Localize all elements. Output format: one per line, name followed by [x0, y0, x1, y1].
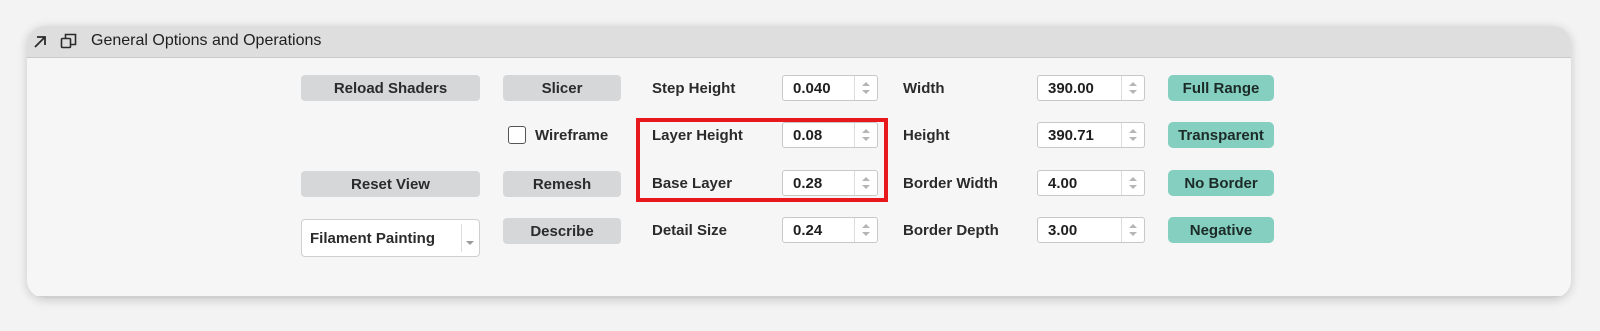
- panel-title: General Options and Operations: [91, 32, 322, 49]
- detail-size-value: 0.24: [793, 222, 823, 239]
- stepper-arrows-icon[interactable]: [854, 76, 877, 100]
- layer-height-label: Layer Height: [652, 126, 743, 144]
- border-width-value: 4.00: [1048, 175, 1078, 192]
- panel-header: General Options and Operations: [27, 26, 1571, 58]
- slicer-button[interactable]: Slicer: [503, 75, 621, 101]
- detach-window-icon[interactable]: [59, 31, 79, 51]
- transparent-button[interactable]: Transparent: [1168, 122, 1274, 148]
- reload-shaders-button[interactable]: Reload Shaders: [301, 75, 480, 101]
- mode-select[interactable]: Filament Painting: [301, 219, 480, 257]
- panel-bottom-divider: [27, 296, 1571, 298]
- step-height-field[interactable]: 0.040: [782, 75, 878, 101]
- height-value: 390.71: [1048, 127, 1094, 144]
- detail-size-field[interactable]: 0.24: [782, 217, 878, 243]
- full-range-button[interactable]: Full Range: [1168, 75, 1274, 101]
- stepper-arrows-icon[interactable]: [854, 171, 877, 195]
- collapse-arrow-icon[interactable]: [31, 31, 51, 51]
- width-field[interactable]: 390.00: [1037, 75, 1145, 101]
- base-layer-label: Base Layer: [652, 174, 733, 192]
- describe-button[interactable]: Describe: [503, 218, 621, 244]
- mode-select-value: Filament Painting: [310, 230, 436, 247]
- wireframe-checkbox[interactable]: [508, 126, 526, 144]
- width-label: Width: [903, 79, 945, 97]
- height-label: Height: [903, 126, 950, 144]
- remesh-button[interactable]: Remesh: [503, 171, 621, 197]
- layer-height-value: 0.08: [793, 127, 823, 144]
- border-depth-label: Border Depth: [903, 221, 999, 239]
- chevron-down-icon: [465, 234, 475, 252]
- width-value: 390.00: [1048, 80, 1094, 97]
- no-border-button[interactable]: No Border: [1168, 170, 1274, 196]
- border-depth-value: 3.00: [1048, 222, 1078, 239]
- mode-select-divider: [461, 224, 462, 252]
- base-layer-field[interactable]: 0.28: [782, 170, 878, 196]
- stepper-arrows-icon[interactable]: [854, 218, 877, 242]
- height-field[interactable]: 390.71: [1037, 122, 1145, 148]
- reset-view-button[interactable]: Reset View: [301, 171, 480, 197]
- border-width-field[interactable]: 4.00: [1037, 170, 1145, 196]
- stepper-arrows-icon[interactable]: [854, 123, 877, 147]
- stepper-arrows-icon[interactable]: [1121, 123, 1144, 147]
- detail-size-label: Detail Size: [652, 221, 728, 239]
- base-layer-value: 0.28: [793, 175, 823, 192]
- stepper-arrows-icon[interactable]: [1121, 76, 1144, 100]
- step-height-value: 0.040: [793, 80, 831, 97]
- stepper-arrows-icon[interactable]: [1121, 218, 1144, 242]
- general-options-panel: General Options and Operations: [27, 26, 1571, 298]
- wireframe-label: Wireframe: [535, 126, 609, 144]
- step-height-label: Step Height: [652, 79, 736, 97]
- border-width-label: Border Width: [903, 174, 998, 192]
- layer-height-field[interactable]: 0.08: [782, 122, 878, 148]
- stepper-arrows-icon[interactable]: [1121, 171, 1144, 195]
- negative-button[interactable]: Negative: [1168, 217, 1274, 243]
- border-depth-field[interactable]: 3.00: [1037, 217, 1145, 243]
